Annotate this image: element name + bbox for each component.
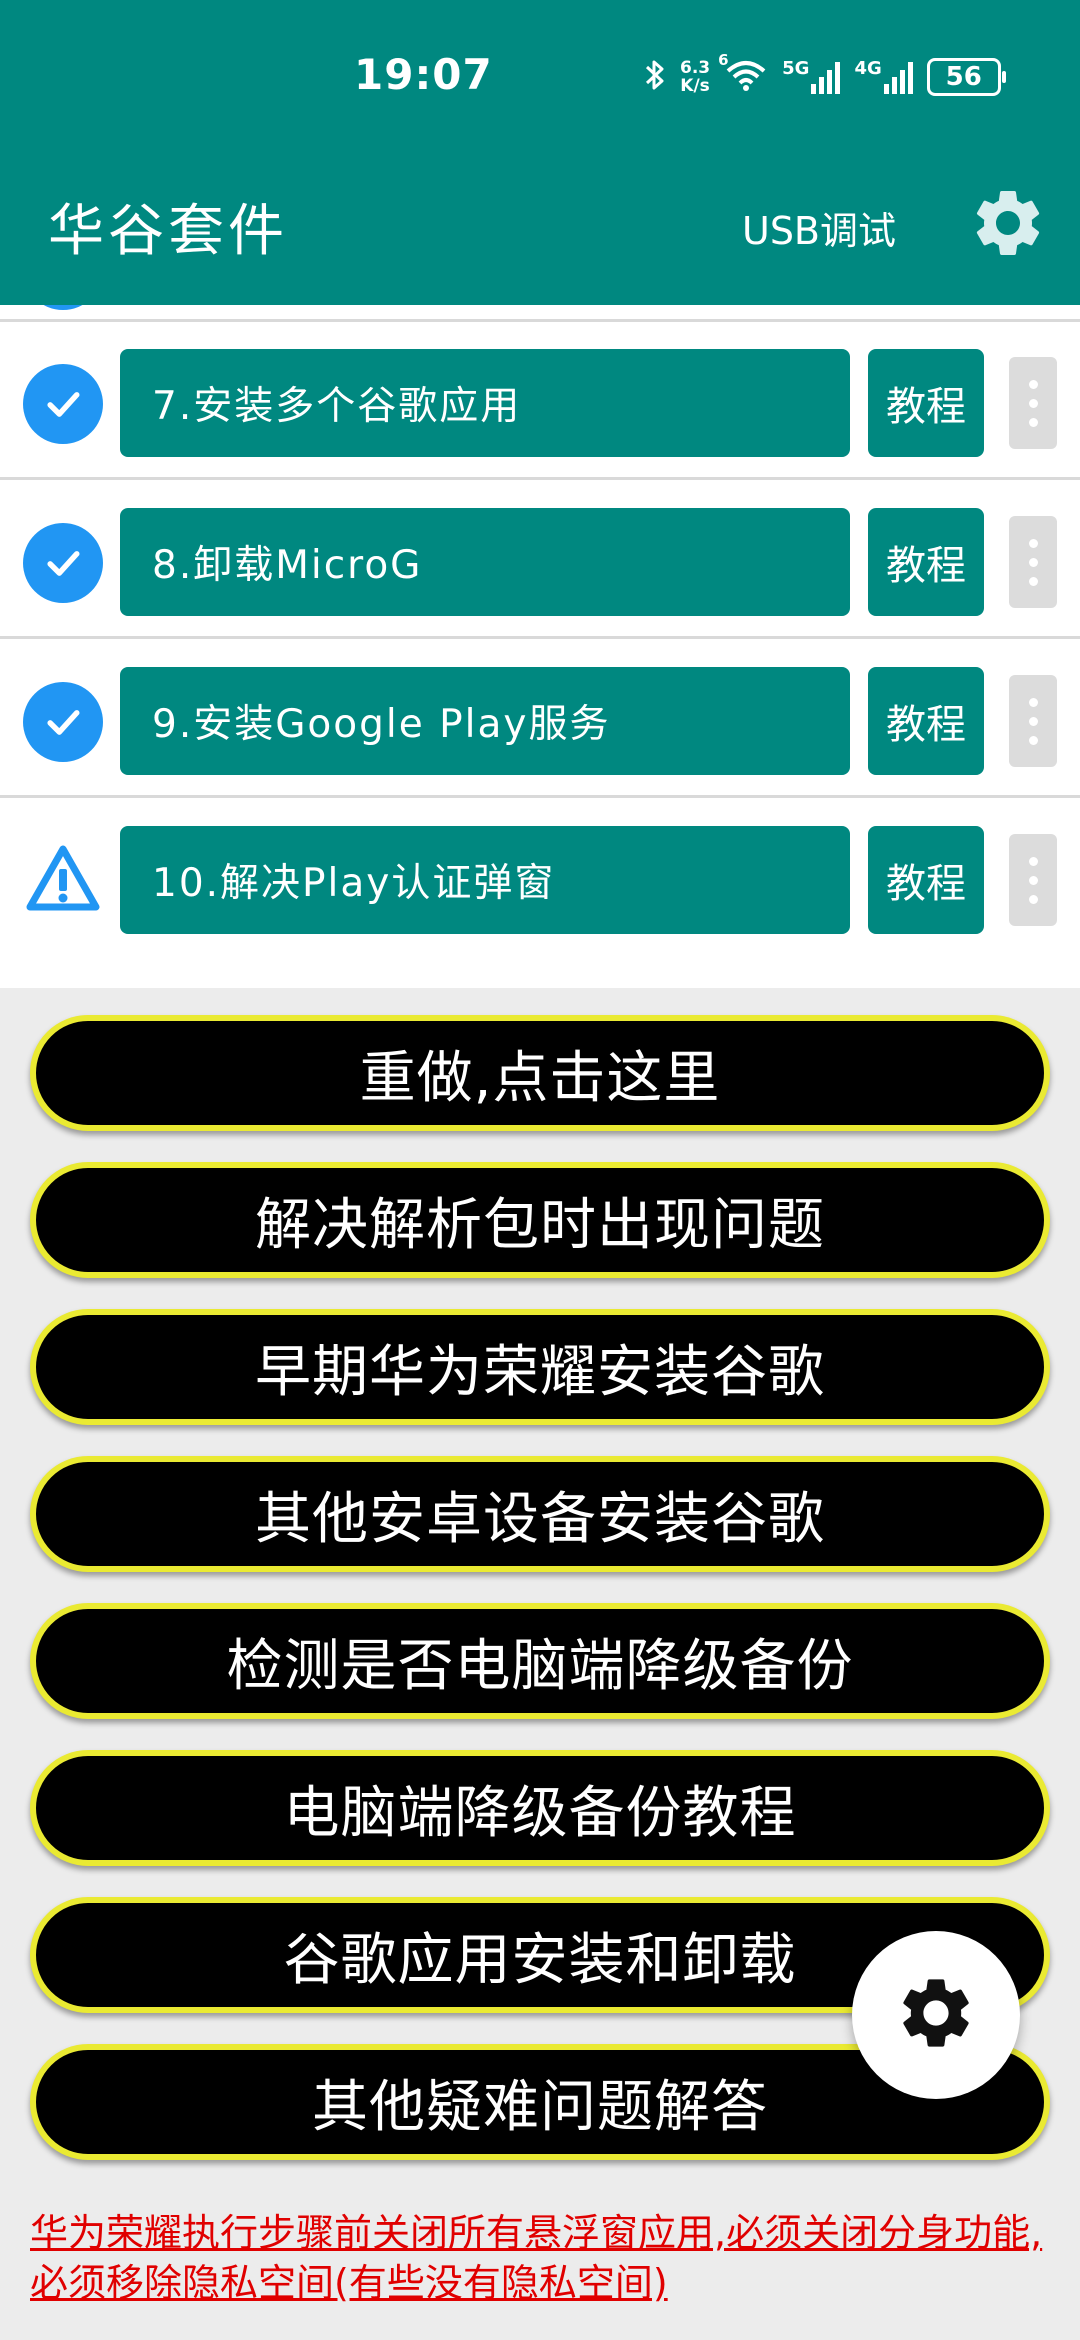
warning-icon <box>23 839 103 919</box>
step-button[interactable]: 7.安装多个谷歌应用 <box>120 349 850 457</box>
early-huawei-install-button[interactable]: 早期华为荣耀安装谷歌 <box>30 1309 1050 1425</box>
step-button[interactable]: 10.解决Play认证弹窗 <box>120 826 850 934</box>
step-row: 9.安装Google Play服务 教程 <box>0 640 1080 798</box>
status-icons: 6.3 K/s 6 5G 4G 56 <box>644 52 1006 102</box>
step-row: 7.安装多个谷歌应用 教程 <box>0 322 1080 480</box>
check-icon <box>23 305 103 310</box>
step-button[interactable]: 9.安装Google Play服务 <box>120 667 850 775</box>
gear-icon <box>894 1971 978 2059</box>
step-list: 7.安装多个谷歌应用 教程 8.卸载MicroG 教程 9.安装Google P… <box>0 305 1080 988</box>
signal-4g-icon: 4G <box>854 60 913 94</box>
step-button[interactable]: 8.卸载MicroG <box>120 508 850 616</box>
check-icon <box>23 682 103 762</box>
step-row-partial <box>0 305 1080 322</box>
check-downgrade-backup-button[interactable]: 检测是否电脑端降级备份 <box>30 1603 1050 1719</box>
tutorial-button[interactable]: 教程 <box>868 667 984 775</box>
fix-parse-error-button[interactable]: 解决解析包时出现问题 <box>30 1162 1050 1278</box>
more-vert-icon[interactable] <box>1009 675 1057 767</box>
check-icon <box>23 523 103 603</box>
signal-5g-icon: 5G <box>782 60 841 94</box>
downgrade-backup-tutorial-button[interactable]: 电脑端降级备份教程 <box>30 1750 1050 1866</box>
more-vert-icon[interactable] <box>1009 357 1057 449</box>
net-speed: 6.3 K/s <box>680 58 711 96</box>
more-vert-icon[interactable] <box>1009 516 1057 608</box>
battery-icon: 56 <box>926 58 1006 96</box>
usb-debug-button[interactable]: USB调试 <box>742 200 896 255</box>
bluetooth-icon <box>644 57 666 97</box>
step-row: 8.卸载MicroG 教程 <box>0 481 1080 639</box>
redo-button[interactable]: 重做,点击这里 <box>30 1015 1050 1131</box>
floating-settings-button[interactable] <box>852 1931 1020 2099</box>
warning-note-link[interactable]: 华为荣耀执行步骤前关闭所有悬浮窗应用,必须关闭分身功能,必须移除隐私空间(有些没… <box>30 2208 1060 2308</box>
more-vert-icon[interactable] <box>1009 834 1057 926</box>
tutorial-button[interactable]: 教程 <box>868 508 984 616</box>
tutorial-button[interactable]: 教程 <box>868 349 984 457</box>
step-row: 10.解决Play认证弹窗 教程 <box>0 799 1080 957</box>
gear-icon[interactable] <box>968 183 1048 263</box>
status-time: 19:07 <box>354 50 493 99</box>
tutorial-button[interactable]: 教程 <box>868 826 984 934</box>
check-icon <box>23 364 103 444</box>
other-android-install-button[interactable]: 其他安卓设备安装谷歌 <box>30 1456 1050 1572</box>
app-header: 19:07 6.3 K/s 6 5G 4G 56 华谷套件 USB调试 <box>0 0 1080 305</box>
wifi-icon: 6 <box>718 53 768 97</box>
app-title: 华谷套件 <box>48 199 288 264</box>
